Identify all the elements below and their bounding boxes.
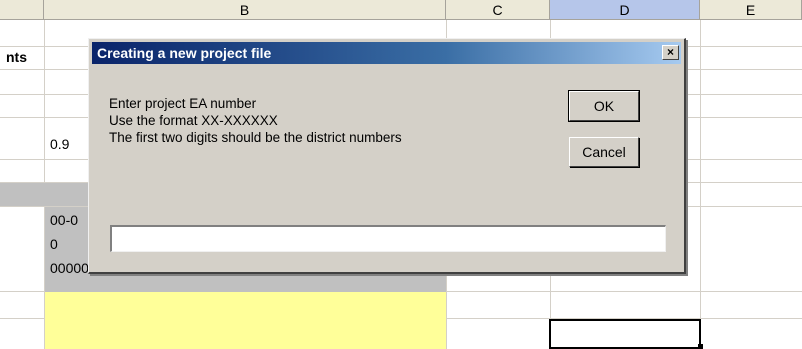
column-header-b[interactable]: B [44,0,446,20]
column-header-e[interactable]: E [700,0,802,20]
dialog-titlebar[interactable]: Creating a new project file × [92,42,681,64]
input-dialog: Creating a new project file × Enter proj… [88,38,686,274]
yellow-cell-block[interactable] [45,292,446,349]
cell-b9[interactable]: 0 [50,236,58,252]
column-header-a[interactable] [0,0,44,20]
dialog-title: Creating a new project file [97,45,272,61]
prompt-line: The first two digits should be the distr… [109,130,402,145]
column-header-d[interactable]: D [550,0,700,20]
column-header-c[interactable]: C [446,0,550,20]
cancel-button[interactable]: Cancel [569,137,639,167]
cell-b8[interactable]: 00-0 [50,212,78,228]
fill-handle[interactable] [698,344,703,349]
dialog-prompt: Enter project EA number Use the format X… [109,95,402,146]
prompt-line: Enter project EA number [109,96,257,111]
cell-a2[interactable]: nts [6,49,27,65]
active-cell-d[interactable] [549,319,701,349]
project-number-input[interactable] [110,225,666,252]
close-icon: × [666,45,674,59]
ok-button[interactable]: OK [568,90,640,122]
close-button[interactable]: × [662,45,679,60]
prompt-line: Use the format XX-XXXXXX [109,113,278,128]
cell-b5[interactable]: 0.9 [50,136,69,152]
